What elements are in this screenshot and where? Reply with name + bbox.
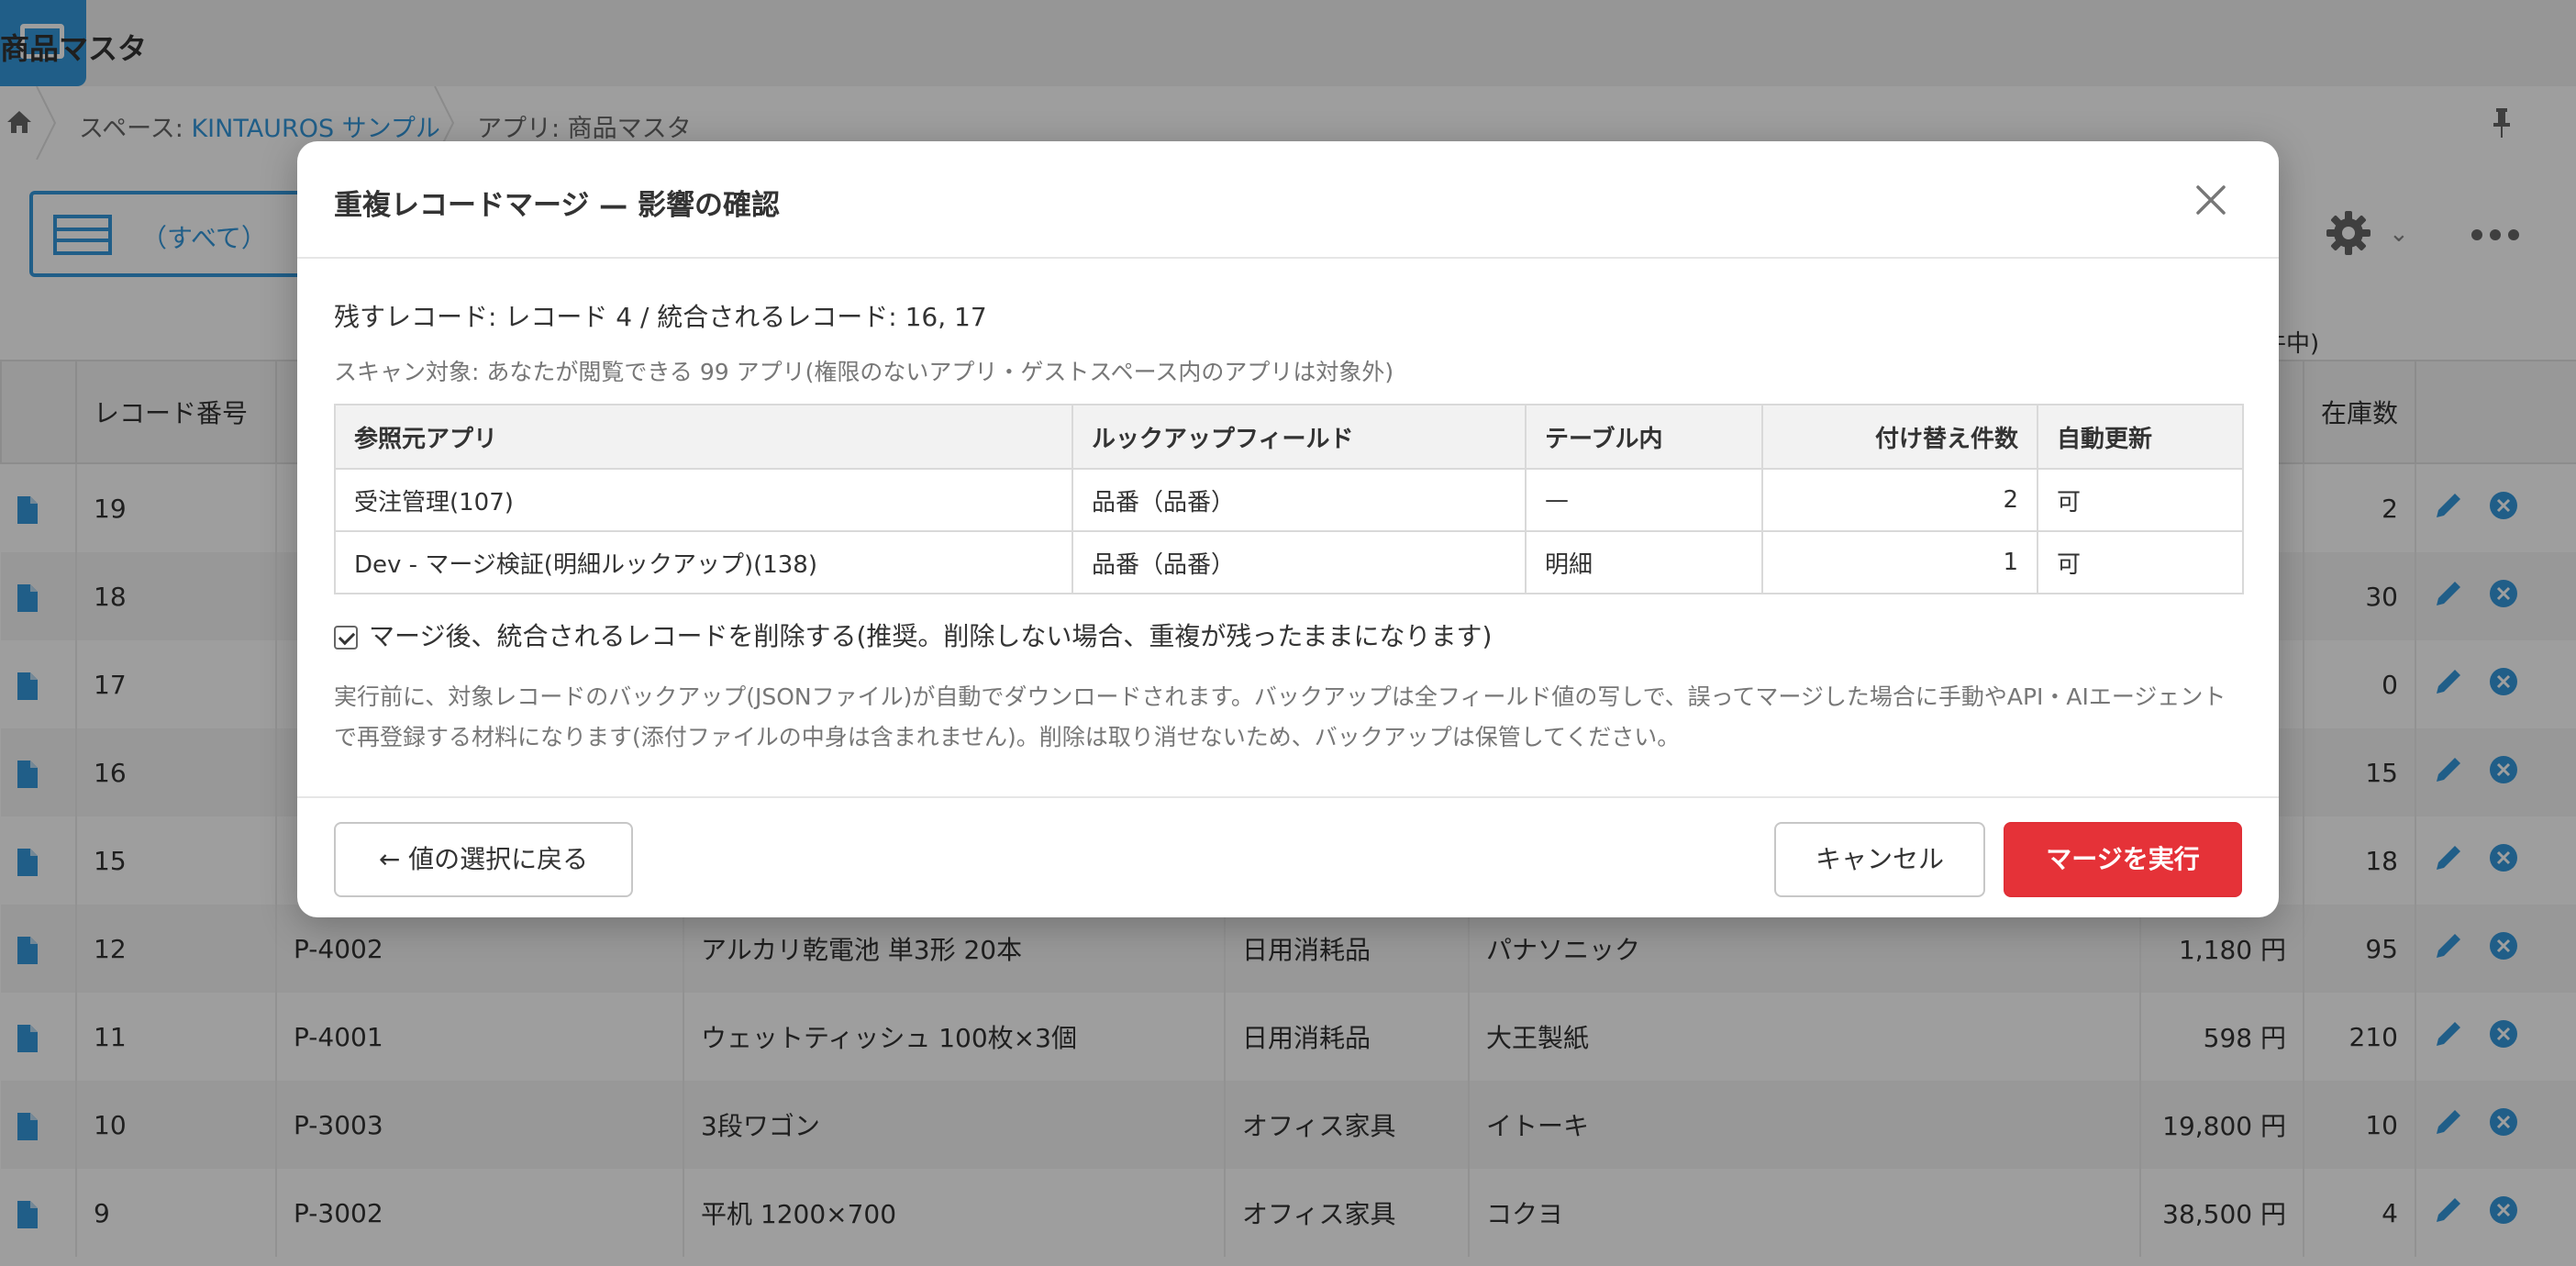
delete-merged-label[interactable]: マージ後、統合されるレコードを削除する(推奨。削除しない場合、重複が残ったままに… [369,621,1492,651]
subtable-cell: 明細 [1525,530,1763,594]
auto-update-cell: 可 [2037,468,2244,532]
execute-merge-button[interactable]: マージを実行 [2004,822,2242,897]
close-icon[interactable] [2194,183,2227,217]
column-header: 付け替え件数 [1761,404,2038,470]
backup-note: 実行前に、対象レコードのバックアップ(JSONファイル)が自動でダウンロードされ… [334,683,2226,750]
reassign-count-cell: 2 [1761,468,2038,532]
source-app-cell: 受注管理(107) [334,468,1073,532]
source-app-cell: Dev - マージ検証(明細ルックアップ)(138) [334,530,1073,594]
impact-table: 参照元アプリ ルックアップフィールド テーブル内 付け替え件数 自動更新 受注管… [334,404,2244,594]
cancel-button[interactable]: キャンセル [1774,822,1985,897]
back-to-selection-button[interactable]: ← 値の選択に戻る [334,822,633,897]
column-header: 参照元アプリ [334,404,1073,470]
table-row: 受注管理(107) 品番（品番） — 2 可 [334,468,2244,532]
dialog-title: 重複レコードマージ — 影響の確認 [334,189,780,222]
merge-summary: 残すレコード: レコード 4 / 統合されるレコード: 16, 17 [334,302,987,332]
table-header: 参照元アプリ ルックアップフィールド テーブル内 付け替え件数 自動更新 [334,404,2244,470]
lookup-field-cell: 品番（品番） [1071,530,1527,594]
merge-confirm-dialog: 重複レコードマージ — 影響の確認 残すレコード: レコード 4 / 統合される… [297,141,2279,917]
dialog-footer-divider [297,796,2279,798]
auto-update-cell: 可 [2037,530,2244,594]
scan-scope: スキャン対象: あなたが閲覧できる 99 アプリ(権限のないアプリ・ゲストスペー… [334,359,1394,385]
subtable-cell: — [1525,468,1763,532]
column-header: ルックアップフィールド [1071,404,1527,470]
lookup-field-cell: 品番（品番） [1071,468,1527,532]
table-row: Dev - マージ検証(明細ルックアップ)(138) 品番（品番） 明細 1 可 [334,530,2244,594]
reassign-count-cell: 1 [1761,530,2038,594]
delete-merged-checkbox[interactable] [334,626,358,650]
column-header: テーブル内 [1525,404,1763,470]
delete-merged-option[interactable]: マージ後、統合されるレコードを削除する(推奨。削除しない場合、重複が残ったままに… [334,616,1492,653]
column-header: 自動更新 [2037,404,2244,470]
